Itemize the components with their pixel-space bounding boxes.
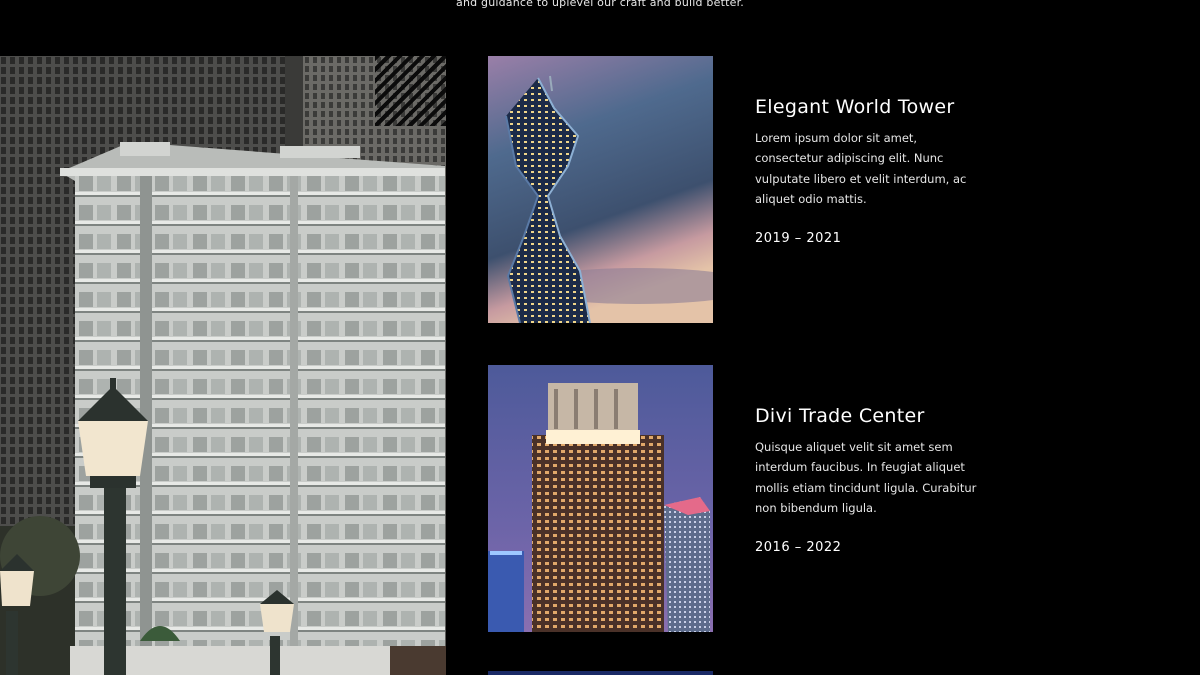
- intro-text: and guidance to uplevel our craft and bu…: [456, 0, 744, 9]
- project-title: Divi Trade Center: [755, 405, 925, 427]
- project-image-next-partial: [488, 671, 713, 675]
- project-card-2: Divi Trade Center Quisque aliquet velit …: [755, 405, 985, 555]
- project-years: 2016 – 2022: [755, 540, 842, 556]
- project-title: Elegant World Tower: [755, 96, 955, 118]
- project-description: Quisque aliquet velit sit amet sem inter…: [755, 440, 977, 515]
- project-description: Lorem ipsum dolor sit amet, consectetur …: [755, 131, 967, 206]
- project-image-elegant-world-tower: [488, 56, 713, 323]
- project-image-divi-trade-center: [488, 365, 713, 632]
- project-card-1: Elegant World Tower Lorem ipsum dolor si…: [755, 96, 985, 246]
- hero-building-photo: [0, 56, 446, 675]
- project-years: 2019 – 2021: [755, 231, 842, 247]
- diagonal-stripes-decoration: [375, 56, 446, 126]
